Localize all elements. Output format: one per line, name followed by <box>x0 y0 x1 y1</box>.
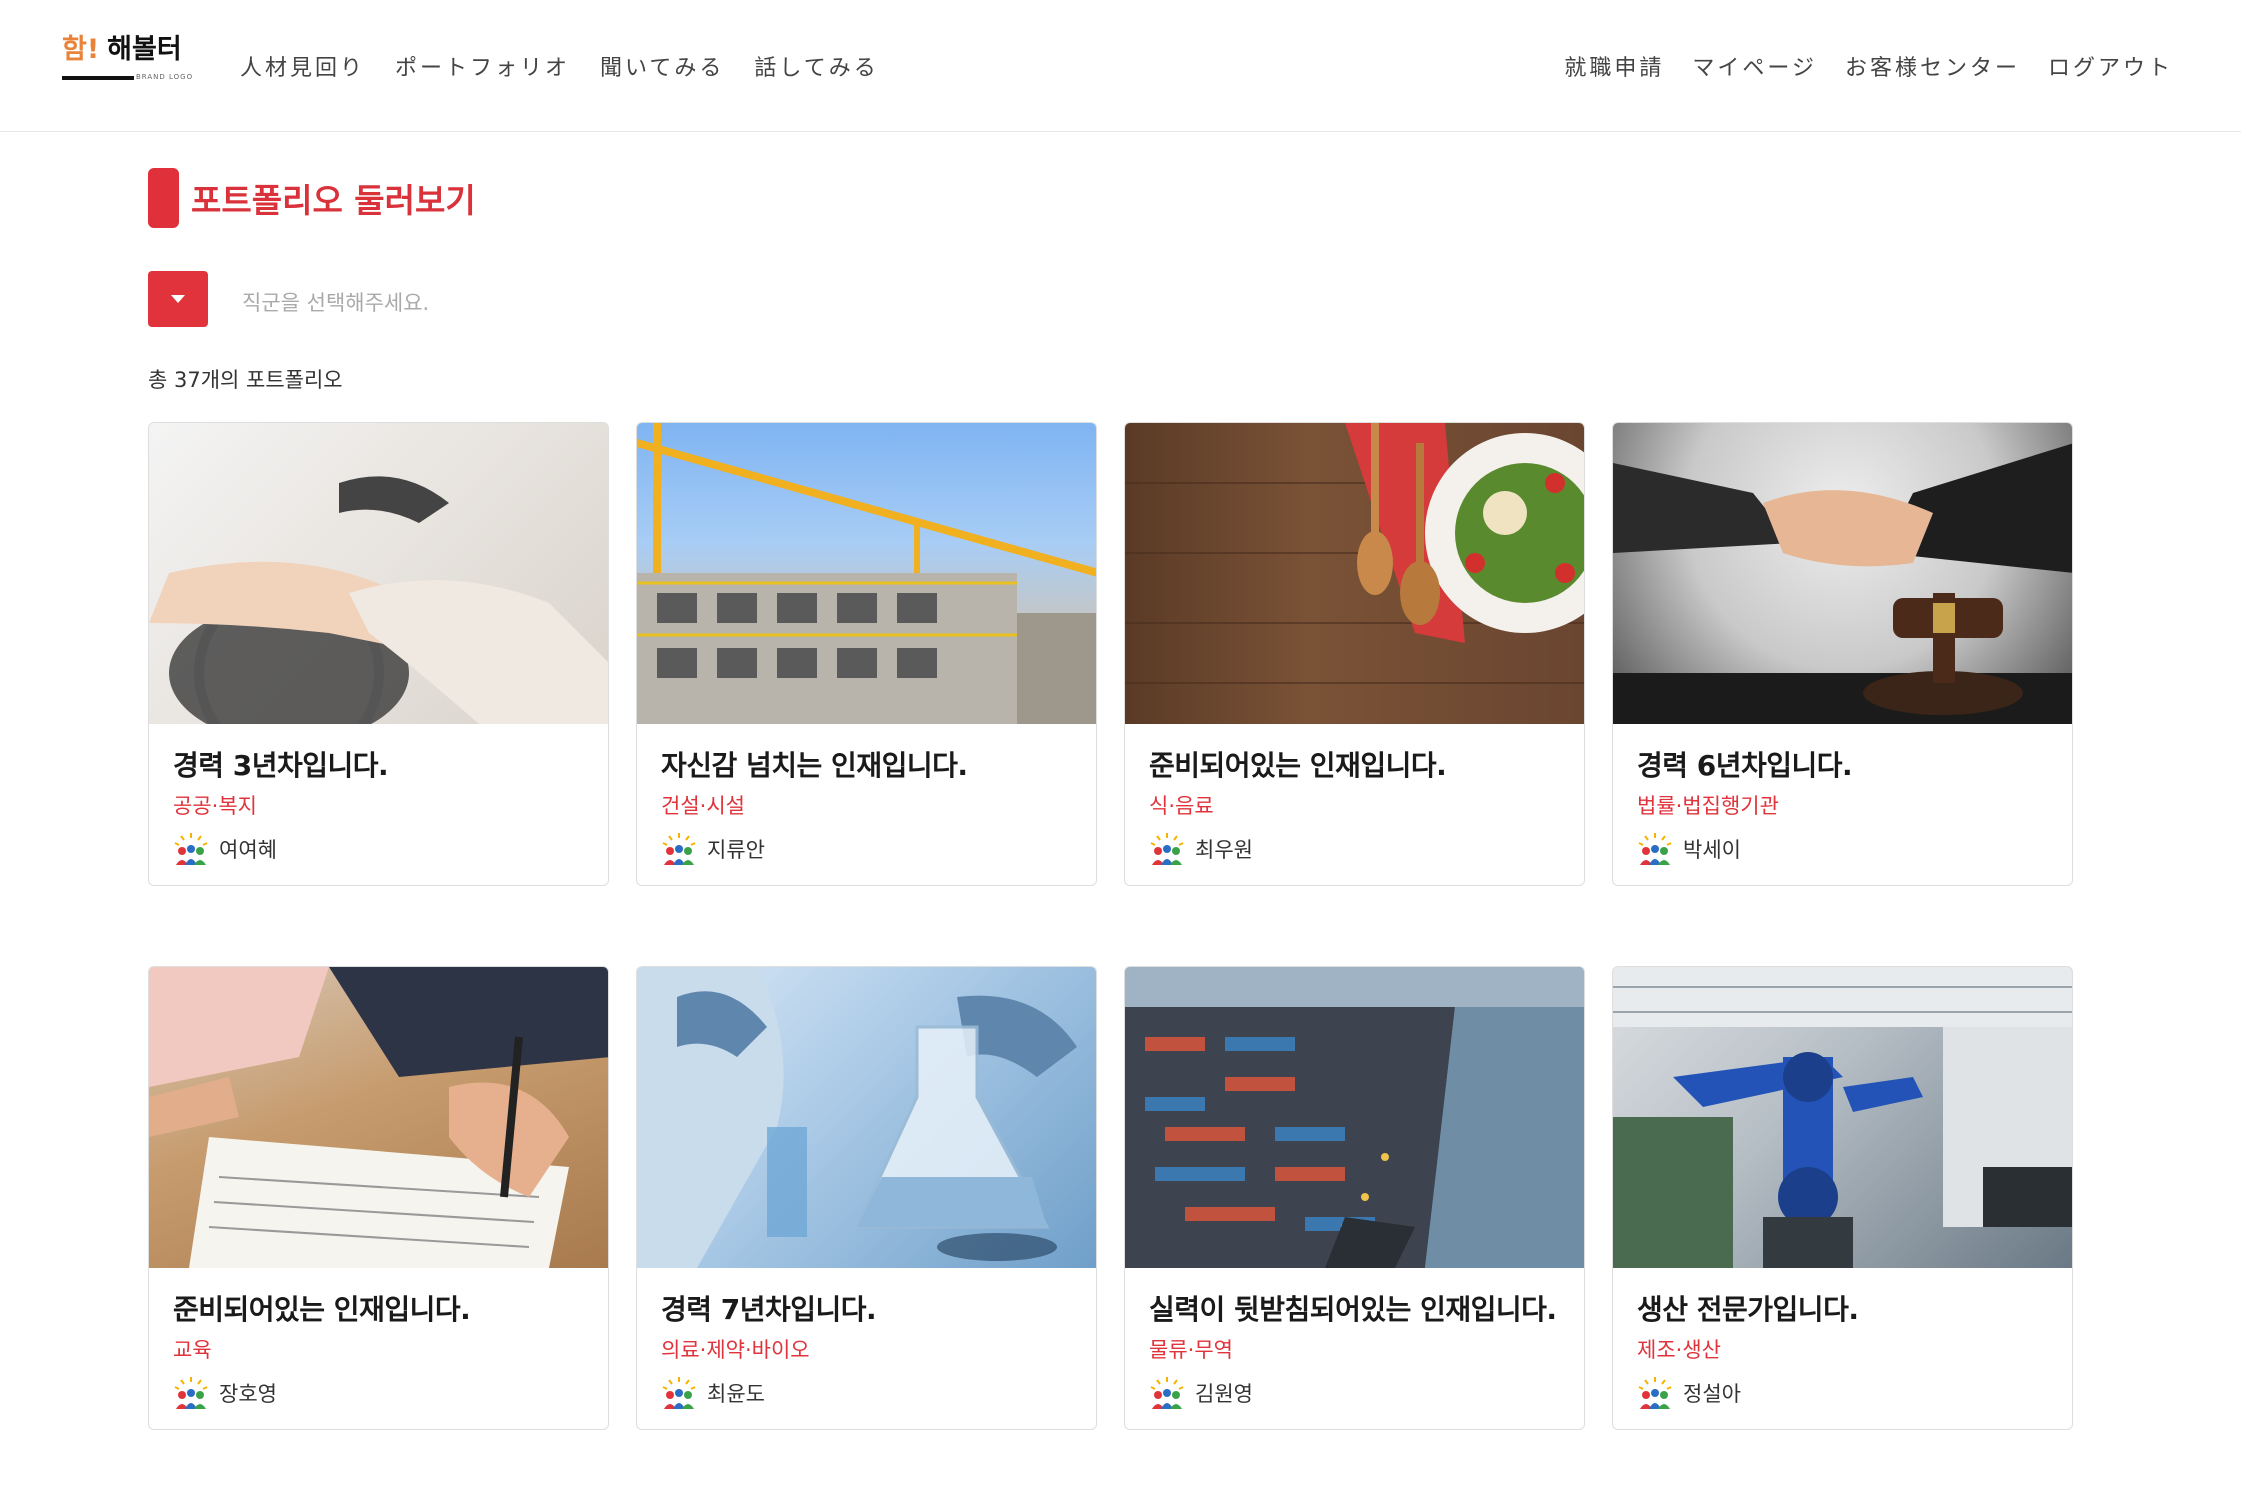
card-title: 경력 3년차입니다. <box>173 749 389 782</box>
container-port-photo <box>1125 967 1584 1268</box>
card-category: 건설·시설 <box>661 794 745 818</box>
job-category-dropdown-button[interactable] <box>148 271 208 327</box>
people-group-icon <box>1149 1376 1185 1410</box>
portfolio-card[interactable]: 준비되어있는 인재입니다. 교육 장호영 <box>148 966 609 1430</box>
logo-text: 함! 해볼터 <box>62 36 198 63</box>
nav-logout[interactable]: ログアウト <box>2048 50 2173 82</box>
card-category: 공공·복지 <box>173 794 257 818</box>
card-author: 지류안 <box>661 832 1072 866</box>
card-category: 교육 <box>173 1338 212 1362</box>
wheelchair-care-photo <box>149 423 608 724</box>
top-header: 함! 해볼터 BRAND LOGO 人材見回り ポートフォリオ 聞いてみる 話し… <box>0 0 2241 132</box>
portfolio-card[interactable]: 실력이 뒷받침되어있는 인재입니다. 물류·무역 김원영 <box>1124 966 1585 1430</box>
card-author: 장호영 <box>173 1376 584 1410</box>
logo-subtitle: BRAND LOGO <box>136 73 194 81</box>
card-category: 법률·법집행기관 <box>1637 794 1779 818</box>
nav-customer-center[interactable]: お客様センター <box>1845 50 2020 82</box>
logo-ham: 함! <box>62 34 100 65</box>
author-name: 박세이 <box>1683 838 1741 862</box>
author-name: 최우원 <box>1195 838 1253 862</box>
logo-name: 해볼터 <box>107 34 182 65</box>
author-name: 최윤도 <box>707 1382 765 1406</box>
page-title-block: 포트폴리오 둘러보기 <box>148 168 476 228</box>
nav-portfolio[interactable]: ポートフォリオ <box>395 50 570 82</box>
card-title: 준비되어있는 인재입니다. <box>173 1293 471 1326</box>
people-group-icon <box>173 832 209 866</box>
portfolio-grid: 경력 3년차입니다. 공공·복지 여여혜 자신감 넘치는 인재입니다. 건설·시… <box>148 422 2074 1430</box>
author-name: 김원영 <box>1195 1382 1253 1406</box>
card-author: 여여혜 <box>173 832 584 866</box>
people-group-icon <box>661 832 697 866</box>
card-author: 최윤도 <box>661 1376 1072 1410</box>
nav-ask[interactable]: 聞いてみる <box>600 50 724 82</box>
salad-table-photo <box>1125 423 1584 724</box>
card-title: 준비되어있는 인재입니다. <box>1149 749 1447 782</box>
page-title: 포트폴리오 둘러보기 <box>191 181 476 220</box>
card-title: 실력이 뒷받침되어있는 인재입니다. <box>1149 1293 1557 1326</box>
writing-notes-photo <box>149 967 608 1268</box>
people-group-icon <box>1149 832 1185 866</box>
portfolio-card[interactable]: 자신감 넘치는 인재입니다. 건설·시설 지류안 <box>636 422 1097 886</box>
logo-underline <box>62 76 134 80</box>
card-title: 경력 7년차입니다. <box>661 1293 877 1326</box>
portfolio-card[interactable]: 생산 전문가입니다. 제조·생산 정설아 <box>1612 966 2073 1430</box>
card-category: 식·음료 <box>1149 794 1214 818</box>
card-category: 제조·생산 <box>1637 1338 1721 1362</box>
card-title: 자신감 넘치는 인재입니다. <box>661 749 968 782</box>
author-name: 정설아 <box>1683 1382 1741 1406</box>
card-category: 의료·제약·바이오 <box>661 1338 810 1362</box>
card-author: 정설아 <box>1637 1376 2048 1410</box>
nav-talk[interactable]: 話してみる <box>754 50 878 82</box>
main-nav: 人材見回り ポートフォリオ 聞いてみる 話してみる <box>240 50 879 82</box>
construction-crane-photo <box>637 423 1096 724</box>
people-group-icon <box>1637 832 1673 866</box>
people-group-icon <box>1637 1376 1673 1410</box>
author-name: 여여혜 <box>219 838 277 862</box>
card-title: 경력 6년차입니다. <box>1637 749 1853 782</box>
portfolio-card[interactable]: 경력 3년차입니다. 공공·복지 여여혜 <box>148 422 609 886</box>
portfolio-card[interactable]: 경력 7년차입니다. 의료·제약·바이오 최윤도 <box>636 966 1097 1430</box>
lab-flask-photo <box>637 967 1096 1268</box>
card-author: 최우원 <box>1149 832 1560 866</box>
card-title: 생산 전문가입니다. <box>1637 1293 1859 1326</box>
title-accent-bar <box>148 168 179 228</box>
people-group-icon <box>661 1376 697 1410</box>
card-author: 박세이 <box>1637 832 2048 866</box>
portfolio-card[interactable]: 준비되어있는 인재입니다. 식·음료 최우원 <box>1124 422 1585 886</box>
user-nav: 就職申請 マイページ お客様センター ログアウト <box>1564 50 2173 82</box>
handshake-gavel-photo <box>1613 423 2072 724</box>
nav-talent-browse[interactable]: 人材見回り <box>240 50 365 82</box>
nav-job-apply[interactable]: 就職申請 <box>1564 50 1664 82</box>
factory-robot-photo <box>1613 967 2072 1268</box>
card-category: 물류·무역 <box>1149 1338 1233 1362</box>
author-name: 장호영 <box>219 1382 277 1406</box>
portfolio-count: 총 37개의 포트폴리오 <box>148 368 343 392</box>
nav-mypage[interactable]: マイページ <box>1692 50 1817 82</box>
card-author: 김원영 <box>1149 1376 1560 1410</box>
caret-down-icon <box>171 295 185 303</box>
job-category-select[interactable]: 직군을 선택해주세요. <box>242 287 429 317</box>
brand-logo[interactable]: 함! 해볼터 BRAND LOGO <box>62 36 198 86</box>
portfolio-card[interactable]: 경력 6년차입니다. 법률·법집행기관 박세이 <box>1612 422 2073 886</box>
author-name: 지류안 <box>707 838 765 862</box>
people-group-icon <box>173 1376 209 1410</box>
